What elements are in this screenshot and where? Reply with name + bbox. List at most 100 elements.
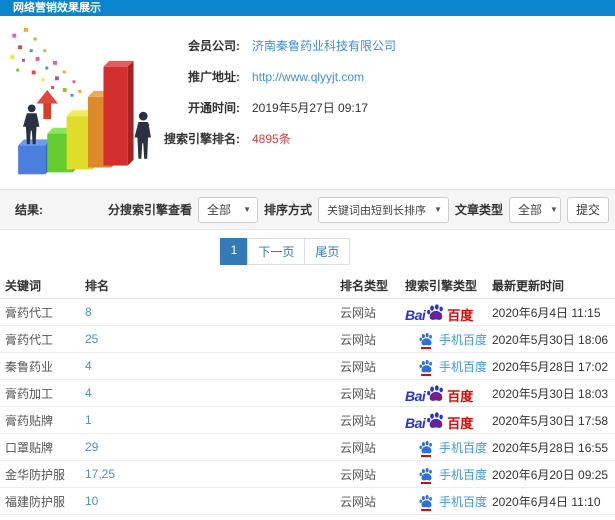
rank-link[interactable]: 25 [85, 332, 98, 346]
table-row: 福建防护服 10 云网站 手机百度 2020年6月4日 11:10 [0, 488, 615, 515]
rank-link[interactable]: 4 [85, 386, 92, 400]
keyword-cell: 膏药贴牌 [5, 413, 54, 428]
last-page-button[interactable]: 尾页 [304, 238, 351, 265]
mobile-baidu-badge: 手机百度 [419, 466, 487, 484]
table-row: 膏药贴牌 1 云网站 Bai du 百度 2020年5月30日 17:58 [0, 407, 615, 434]
submit-button[interactable]: 提交 [566, 196, 609, 223]
rank-type-cell: 云网站 [340, 440, 377, 455]
table-row: 膏药代工 25 云网站 手机百度 2020年5月30日 18:06 [0, 326, 615, 353]
rank-link[interactable]: 1 [85, 413, 92, 427]
page-1-button[interactable]: 1 [219, 238, 249, 265]
promo-url-link[interactable]: http://www.qlyyjt.com [252, 70, 364, 84]
chevron-down-icon: ▼ [550, 205, 558, 214]
marketing-illustration [10, 27, 151, 175]
member-info-fields: 会员公司: 济南秦鲁药业科技有限公司 推广地址: http://www.qlyy… [150, 30, 396, 154]
rank-cell: 8 [85, 305, 340, 319]
rank-cell: 4 [85, 359, 340, 373]
window-title-bar: 网络营销效果展示 [0, 0, 615, 16]
header-update-time: 最新更新时间 [492, 279, 565, 293]
keyword-cell: 膏药代工 [5, 305, 54, 320]
engine-view-label: 分搜索引擎查看 [108, 203, 193, 217]
update-time-cell: 2020年6月4日 11:10 [492, 494, 601, 509]
table-row: 膏药代工 8 云网站 Bai du 百度 2020年6月4日 11:15 [0, 299, 615, 326]
rank-type-cell: 云网站 [340, 413, 377, 428]
company-link[interactable]: 济南秦鲁药业科技有限公司 [252, 37, 396, 54]
info-row-rank-count: 搜索引擎排名: 4895条 [150, 123, 396, 154]
mobile-baidu-badge: 手机百度 [419, 358, 487, 376]
table-row: 手机百度 [0, 515, 615, 520]
rank-type-cell: 云网站 [340, 494, 377, 509]
table-row: 金华防护服 17,25 云网站 手机百度 2020年6月20日 09:25 [0, 461, 615, 488]
rank-type-cell: 云网站 [340, 359, 377, 374]
mobile-baidu-paw-icon [419, 332, 432, 345]
result-label: 结果: [15, 203, 43, 217]
company-label: 会员公司: [188, 39, 240, 53]
engine-type-cell: 手机百度 [405, 493, 487, 511]
table-row: 膏药加工 4 云网站 Bai du 百度 2020年5月30日 18:03 [0, 380, 615, 407]
engine-type-cell: 手机百度 [405, 358, 487, 376]
table-header-row: 关键词 排名 排名类型 搜索引擎类型 最新更新时间 [0, 273, 615, 299]
update-time-cell: 2020年5月28日 16:55 [492, 440, 609, 455]
up-arrow-icon [36, 89, 58, 120]
rank-type-cell: 云网站 [340, 467, 377, 482]
keyword-cell: 口罩贴牌 [5, 440, 54, 455]
chevron-down-icon: ▼ [434, 205, 442, 214]
engine-type-cell: 手机百度 [405, 439, 487, 457]
rank-cell: 4 [85, 386, 340, 400]
mobile-baidu-badge: 手机百度 [419, 331, 487, 349]
rank-link[interactable]: 29 [85, 440, 98, 454]
rank-cell: 25 [85, 332, 340, 346]
article-type-select[interactable]: 全部 ▼ [508, 196, 561, 223]
table-row: 秦鲁药业 4 云网站 手机百度 2020年5月28日 17:02 [0, 353, 615, 380]
update-time-cell: 2020年5月30日 17:58 [492, 413, 609, 428]
mobile-baidu-paw-icon [419, 494, 432, 507]
mobile-baidu-badge: 手机百度 [419, 439, 487, 457]
mobile-baidu-paw-icon [419, 467, 432, 480]
info-row-url: 推广地址: http://www.qlyyjt.com [150, 61, 396, 92]
update-time-cell: 2020年5月30日 18:03 [492, 386, 609, 401]
keyword-cell: 膏药加工 [5, 386, 54, 401]
rank-link[interactable]: 8 [85, 305, 92, 319]
results-table: 关键词 排名 排名类型 搜索引擎类型 最新更新时间 膏药代工 8 云网站 Bai… [0, 273, 615, 520]
rank-cell: 1 [85, 413, 340, 427]
update-time-cell: 2020年5月28日 17:02 [492, 359, 609, 374]
rank-link[interactable]: 10 [85, 494, 98, 508]
open-time-label: 开通时间: [188, 101, 240, 115]
update-time-cell: 2020年6月20日 09:25 [492, 467, 609, 482]
member-info-section: 会员公司: 济南秦鲁药业科技有限公司 推广地址: http://www.qlyy… [0, 16, 615, 189]
keyword-cell: 金华防护服 [5, 467, 66, 482]
rank-type-cell: 云网站 [340, 332, 377, 347]
header-rank-type: 排名类型 [340, 279, 389, 293]
engine-type-cell: Bai du 百度 [405, 411, 487, 430]
rank-count-label: 搜索引擎排名: [164, 132, 240, 146]
mobile-baidu-badge: 手机百度 [419, 493, 487, 511]
businessman-right [134, 111, 151, 159]
open-time-value: 2019年5月27日 09:17 [252, 101, 369, 115]
sort-label: 排序方式 [264, 203, 313, 217]
header-engine-type: 搜索引擎类型 [405, 279, 478, 293]
sort-select[interactable]: 关键词由短到长排序 ▼ [318, 196, 449, 223]
rank-type-cell: 云网站 [340, 386, 377, 401]
baidu-pc-logo: Bai du 百度 [405, 411, 473, 430]
filter-bar: 结果: 分搜索引擎查看 全部 ▼ 排序方式 关键词由短到长排序 ▼ 文章类型 全… [0, 189, 615, 230]
engine-view-select[interactable]: 全部 ▼ [198, 196, 259, 223]
article-type-label: 文章类型 [454, 203, 503, 217]
rank-cell: 10 [85, 494, 340, 508]
keyword-cell: 秦鲁药业 [5, 359, 54, 374]
rank-link[interactable]: 4 [85, 359, 92, 373]
rank-count-value: 4895条 [252, 132, 291, 146]
header-keyword: 关键词 [5, 279, 42, 293]
baidu-pc-logo: Bai du 百度 [405, 303, 473, 322]
engine-type-cell: 手机百度 [405, 331, 487, 349]
next-page-button[interactable]: 下一页 [247, 238, 306, 265]
engine-type-cell: Bai du 百度 [405, 384, 487, 403]
update-time-cell: 2020年5月30日 18:06 [492, 332, 609, 347]
info-row-open-time: 开通时间: 2019年5月27日 09:17 [150, 92, 396, 123]
rank-cell: 17,25 [85, 467, 340, 481]
pagination: 1 下一页 尾页 [219, 238, 351, 265]
baidu-pc-logo: Bai du 百度 [405, 384, 473, 403]
header-rank: 排名 [85, 279, 110, 293]
rank-link[interactable]: 17,25 [85, 467, 115, 481]
businessman-left [23, 104, 40, 145]
rank-cell: 29 [85, 440, 340, 454]
